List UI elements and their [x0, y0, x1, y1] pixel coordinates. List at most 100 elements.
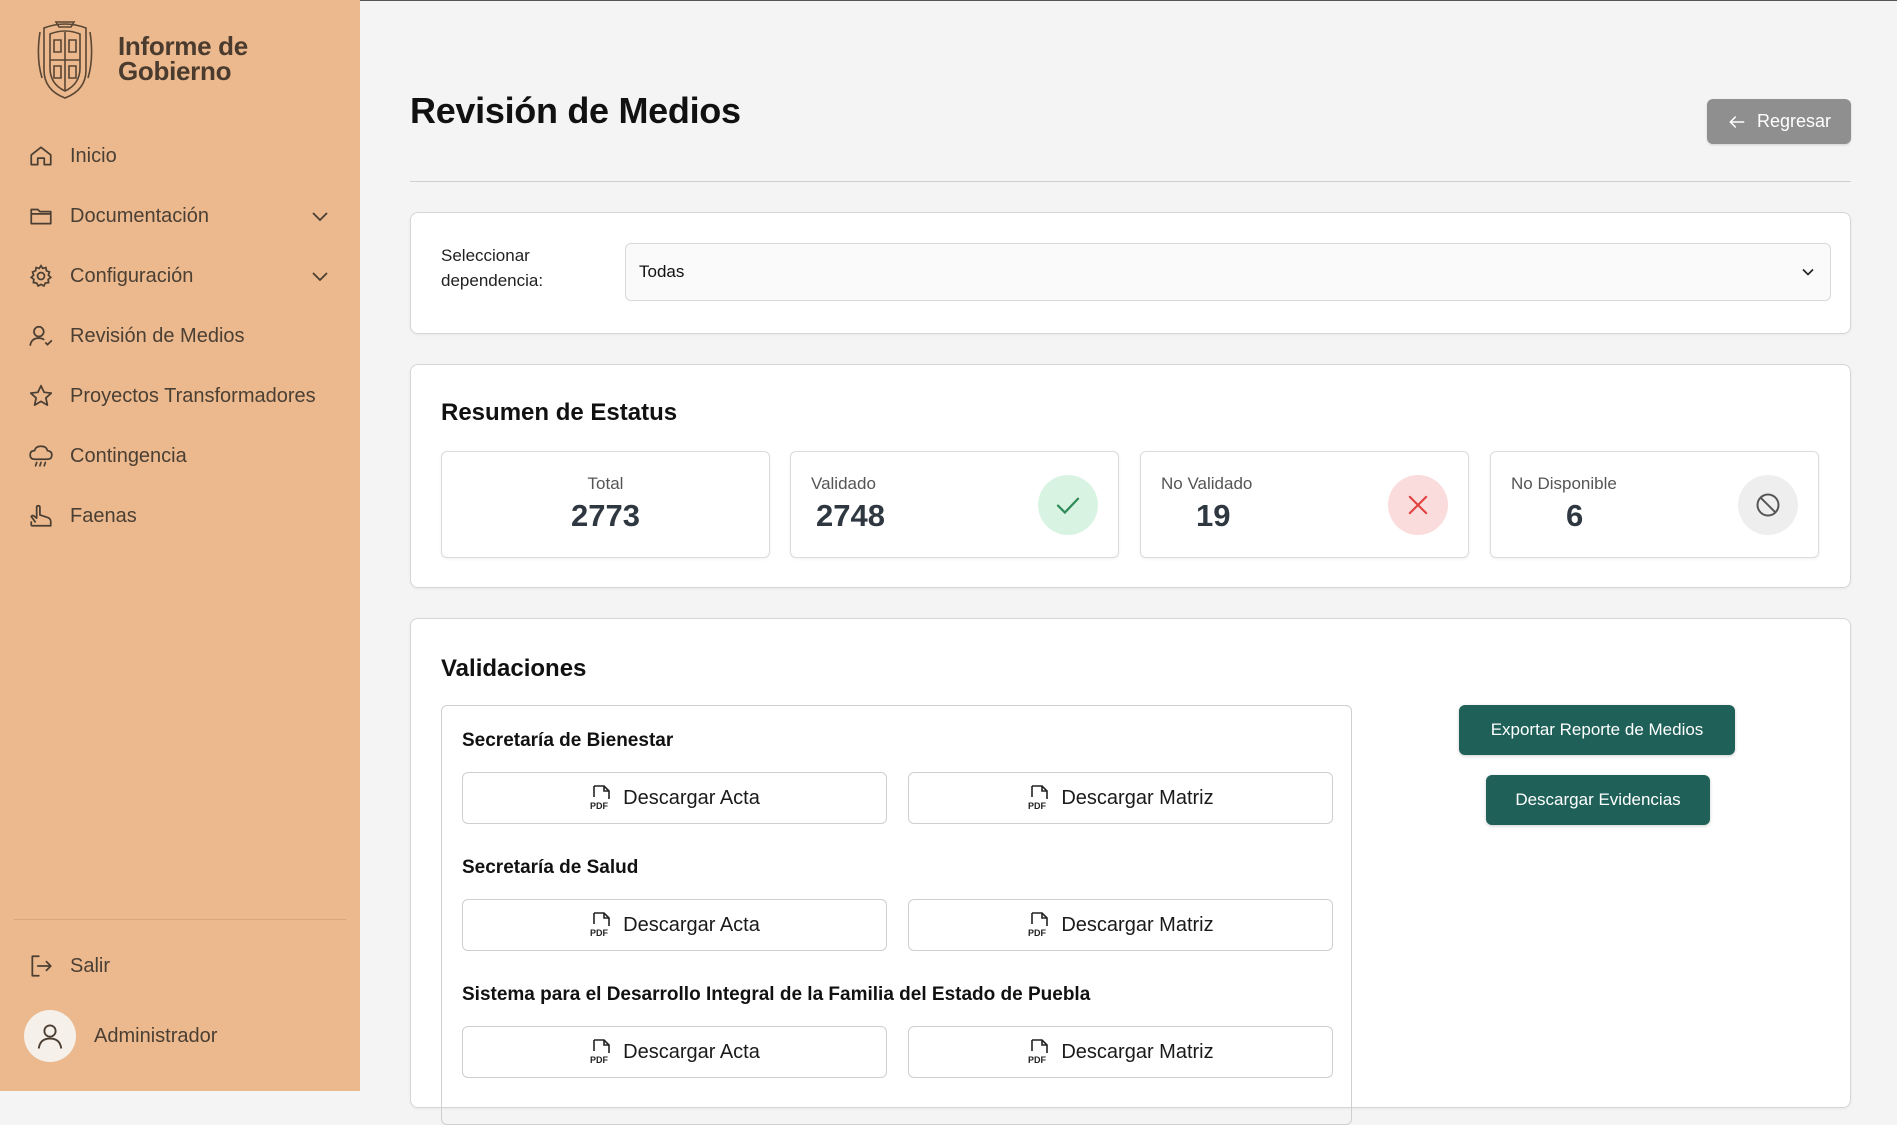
- pdf-icon: PDF: [1028, 1039, 1049, 1065]
- user-name: Administrador: [94, 1024, 218, 1047]
- pdf-icon: PDF: [590, 1039, 610, 1065]
- chevron-down-icon[interactable]: [308, 204, 332, 228]
- svg-text:PDF: PDF: [590, 928, 609, 938]
- svg-text:PDF: PDF: [590, 1055, 609, 1065]
- sidebar-item-label: Revisión de Medios: [70, 324, 245, 347]
- pdf-icon: PDF: [590, 912, 610, 938]
- check-icon: [1038, 475, 1098, 535]
- sidebar-item-label: Faenas: [70, 504, 137, 527]
- logout-label: Salir: [70, 954, 111, 977]
- logout-button[interactable]: Salir: [0, 936, 360, 996]
- stat-validated-label: Validado: [811, 474, 876, 493]
- dependency-label-line1: Seleccionar: [441, 246, 530, 265]
- download-evidence-button[interactable]: Descargar Evidencias: [1486, 775, 1710, 825]
- stat-total-value: 2773: [571, 498, 640, 533]
- pdf-icon: PDF: [1028, 785, 1049, 811]
- folder-icon: [26, 201, 56, 231]
- status-summary-card: Resumen de Estatus Total 2773 Validado 2…: [410, 364, 1851, 588]
- stat-validated-value: 2748: [816, 498, 885, 533]
- download-acta-label: Descargar Acta: [623, 786, 760, 809]
- filter-card: Seleccionar dependencia: Todas: [410, 212, 1851, 334]
- validations-title: Validaciones: [441, 655, 587, 682]
- dependency-name: Secretaría de Bienestar: [462, 730, 674, 751]
- title-divider: [410, 181, 1851, 182]
- storm-cloud-icon: [26, 441, 56, 471]
- download-matriz-button[interactable]: PDF Descargar Matriz: [908, 1026, 1333, 1078]
- app-title: Informe de Gobierno: [118, 33, 248, 86]
- stat-total: Total 2773: [441, 451, 770, 558]
- stat-not-validated-label: No Validado: [1161, 474, 1253, 493]
- status-summary-title: Resumen de Estatus: [441, 399, 678, 426]
- stat-not-available: No Disponible 6: [1490, 451, 1819, 558]
- sidebar-item-label: Configuración: [70, 264, 194, 287]
- dependency-label: Seleccionar dependencia:: [441, 243, 571, 293]
- sidebar-item-revision-medios[interactable]: Revisión de Medios: [0, 306, 360, 366]
- download-acta-button[interactable]: PDF Descargar Acta: [462, 772, 887, 824]
- sidebar-item-proyectos[interactable]: Proyectos Transformadores: [0, 366, 360, 426]
- download-matriz-button[interactable]: PDF Descargar Matriz: [908, 772, 1333, 824]
- svg-text:PDF: PDF: [1028, 1055, 1047, 1065]
- hand-icon: [26, 501, 56, 531]
- download-matriz-label: Descargar Matriz: [1061, 1040, 1214, 1063]
- star-icon: [26, 381, 56, 411]
- stat-not-validated: No Validado 19: [1140, 451, 1469, 558]
- sidebar-divider: [14, 919, 346, 920]
- avatar: [24, 1010, 76, 1062]
- sidebar-item-label: Proyectos Transformadores: [70, 384, 316, 407]
- sidebar-item-label: Contingencia: [70, 444, 187, 467]
- sidebar-item-inicio[interactable]: Inicio: [0, 126, 360, 186]
- user-icon: [37, 1024, 63, 1049]
- chevron-down-icon: [1802, 268, 1814, 276]
- download-acta-button[interactable]: PDF Descargar Acta: [462, 899, 887, 951]
- validations-card: Validaciones Secretaría de Bienestar PDF…: [410, 618, 1851, 1125]
- home-icon: [26, 141, 56, 171]
- user-profile[interactable]: Administrador: [24, 1010, 217, 1062]
- gear-icon: [26, 261, 56, 291]
- download-acta-label: Descargar Acta: [623, 913, 760, 936]
- arrow-left-icon: [1729, 115, 1745, 128]
- sidebar-item-label: Documentación: [70, 204, 209, 227]
- stat-not-available-label: No Disponible: [1511, 474, 1617, 493]
- user-check-icon: [26, 321, 56, 351]
- download-matriz-button[interactable]: PDF Descargar Matriz: [908, 899, 1333, 951]
- export-report-button[interactable]: Exportar Reporte de Medios: [1459, 705, 1735, 755]
- stat-not-available-value: 6: [1566, 498, 1584, 533]
- svg-text:PDF: PDF: [590, 801, 609, 811]
- pdf-icon: PDF: [590, 785, 610, 811]
- sidebar-item-documentacion[interactable]: Documentación: [0, 186, 360, 246]
- download-acta-button[interactable]: PDF Descargar Acta: [462, 1026, 887, 1078]
- ban-icon: [1738, 475, 1798, 535]
- sidebar-item-faenas[interactable]: Faenas: [0, 486, 360, 546]
- back-button[interactable]: Regresar: [1707, 99, 1851, 144]
- pdf-icon: PDF: [1028, 912, 1049, 938]
- dependency-name: Sistema para el Desarrollo Integral de l…: [462, 984, 1091, 1005]
- svg-text:PDF: PDF: [1028, 801, 1047, 811]
- sidebar-item-contingencia[interactable]: Contingencia: [0, 426, 360, 486]
- dependency-list: Secretaría de Bienestar PDF Descargar Ac…: [441, 705, 1352, 1125]
- top-border: [360, 0, 1897, 1]
- sidebar: Informe de Gobierno Inicio Documentación…: [0, 0, 360, 1091]
- sidebar-item-configuracion[interactable]: Configuración: [0, 246, 360, 306]
- download-matriz-label: Descargar Matriz: [1061, 913, 1214, 936]
- app-title-line2: Gobierno: [118, 56, 232, 86]
- dependency-select-value: Todas: [639, 262, 685, 281]
- stat-not-validated-value: 19: [1196, 498, 1231, 533]
- sidebar-item-label: Inicio: [70, 144, 117, 167]
- brand[interactable]: Informe de Gobierno: [36, 18, 248, 100]
- coat-of-arms-logo: [37, 21, 93, 99]
- x-icon: [1388, 475, 1448, 535]
- dependency-select[interactable]: Todas: [625, 243, 1831, 301]
- logout-icon: [26, 951, 56, 981]
- download-acta-label: Descargar Acta: [623, 1040, 760, 1063]
- dependency-name: Secretaría de Salud: [462, 857, 639, 878]
- stat-total-label: Total: [587, 474, 624, 493]
- sidebar-nav: Inicio Documentación Configuración Revis…: [0, 126, 360, 546]
- download-matriz-label: Descargar Matriz: [1061, 786, 1214, 809]
- sidebar-logout: Salir: [0, 936, 360, 996]
- dependency-label-line2: dependencia:: [441, 271, 544, 290]
- back-button-label: Regresar: [1756, 111, 1832, 131]
- svg-text:PDF: PDF: [1028, 928, 1047, 938]
- page-title: Revisión de Medios: [410, 90, 741, 131]
- stat-validated: Validado 2748: [790, 451, 1119, 558]
- chevron-down-icon[interactable]: [308, 264, 332, 288]
